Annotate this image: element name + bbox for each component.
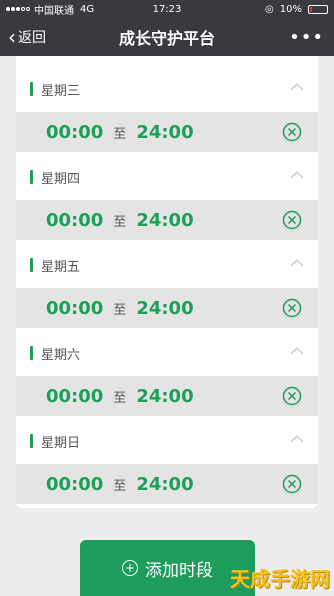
day-label: 星期四 — [41, 171, 81, 187]
chevron-up-icon[interactable] — [290, 432, 304, 446]
delete-slot-icon[interactable] — [282, 122, 302, 142]
chevron-up-icon[interactable] — [290, 80, 304, 94]
slot-separator: 至 — [113, 126, 127, 142]
back-button[interactable]: ‹ 返回 — [0, 27, 46, 47]
carrier-name: 中国联通 — [34, 5, 74, 17]
delete-slot-icon[interactable] — [282, 298, 302, 318]
chevron-up-icon[interactable] — [290, 256, 304, 270]
day-marker — [30, 82, 33, 96]
time-slot[interactable]: 00:00 至 24:00 — [16, 376, 318, 416]
day-header[interactable]: 星期日 — [16, 418, 318, 464]
back-label: 返回 — [18, 30, 46, 46]
day-label: 星期日 — [41, 435, 81, 451]
slot-end: 24:00 — [136, 121, 194, 143]
day-header[interactable]: 星期三 — [16, 66, 318, 112]
lock-rotation-icon: ◎ — [265, 3, 274, 15]
slot-separator: 至 — [113, 302, 127, 318]
slot-separator: 至 — [113, 390, 127, 406]
nav-bar: ‹ 返回 成长守护平台 ••• — [0, 18, 334, 56]
day-marker — [30, 170, 33, 184]
day-header[interactable]: 星期五 — [16, 242, 318, 288]
schedule-list: 星期三 00:00 至 24:00 星期四 00:00 至 24:00 星期五 … — [16, 56, 318, 508]
slot-separator: 至 — [113, 214, 127, 230]
battery-percent: 10% — [279, 3, 302, 15]
signal-icon — [6, 7, 30, 11]
more-menu-button[interactable]: ••• — [289, 27, 334, 48]
slot-end: 24:00 — [136, 297, 194, 319]
time-slot[interactable]: 00:00 至 24:00 — [16, 288, 318, 328]
day-marker — [30, 258, 33, 272]
slot-separator: 至 — [113, 478, 127, 494]
network-type: 4G — [80, 3, 95, 15]
day-label: 星期五 — [41, 259, 81, 275]
slot-start: 00:00 — [46, 209, 104, 231]
slot-start: 00:00 — [46, 297, 104, 319]
slot-start: 00:00 — [46, 385, 104, 407]
status-bar: 中国联通 4G 17:23 ◎ 10% — [0, 0, 334, 18]
slot-end: 24:00 — [136, 209, 194, 231]
slot-end: 24:00 — [136, 385, 194, 407]
chevron-left-icon: ‹ — [8, 25, 16, 49]
chevron-up-icon[interactable] — [290, 168, 304, 182]
add-button-label: 添加时段 — [145, 560, 213, 581]
delete-slot-icon[interactable] — [282, 474, 302, 494]
time-slot[interactable]: 00:00 至 24:00 — [16, 200, 318, 240]
slot-end: 24:00 — [136, 473, 194, 495]
watermark: 天成手游网 — [230, 567, 330, 591]
day-header[interactable]: 星期六 — [16, 330, 318, 376]
slot-start: 00:00 — [46, 121, 104, 143]
day-marker — [30, 346, 33, 360]
day-header[interactable]: 星期四 — [16, 154, 318, 200]
slot-start: 00:00 — [46, 473, 104, 495]
delete-slot-icon[interactable] — [282, 210, 302, 230]
day-marker — [30, 434, 33, 448]
page-title: 成长守护平台 — [118, 29, 215, 48]
day-label: 星期六 — [41, 347, 81, 363]
battery-icon — [308, 4, 328, 14]
time-slot[interactable]: 00:00 至 24:00 — [16, 112, 318, 152]
chevron-up-icon[interactable] — [290, 344, 304, 358]
delete-slot-icon[interactable] — [282, 386, 302, 406]
day-label: 星期三 — [41, 83, 81, 99]
add-time-slot-button[interactable]: + 添加时段 — [80, 540, 255, 596]
plus-circle-icon: + — [122, 560, 138, 576]
time-slot[interactable]: 00:00 至 24:00 — [16, 464, 318, 504]
